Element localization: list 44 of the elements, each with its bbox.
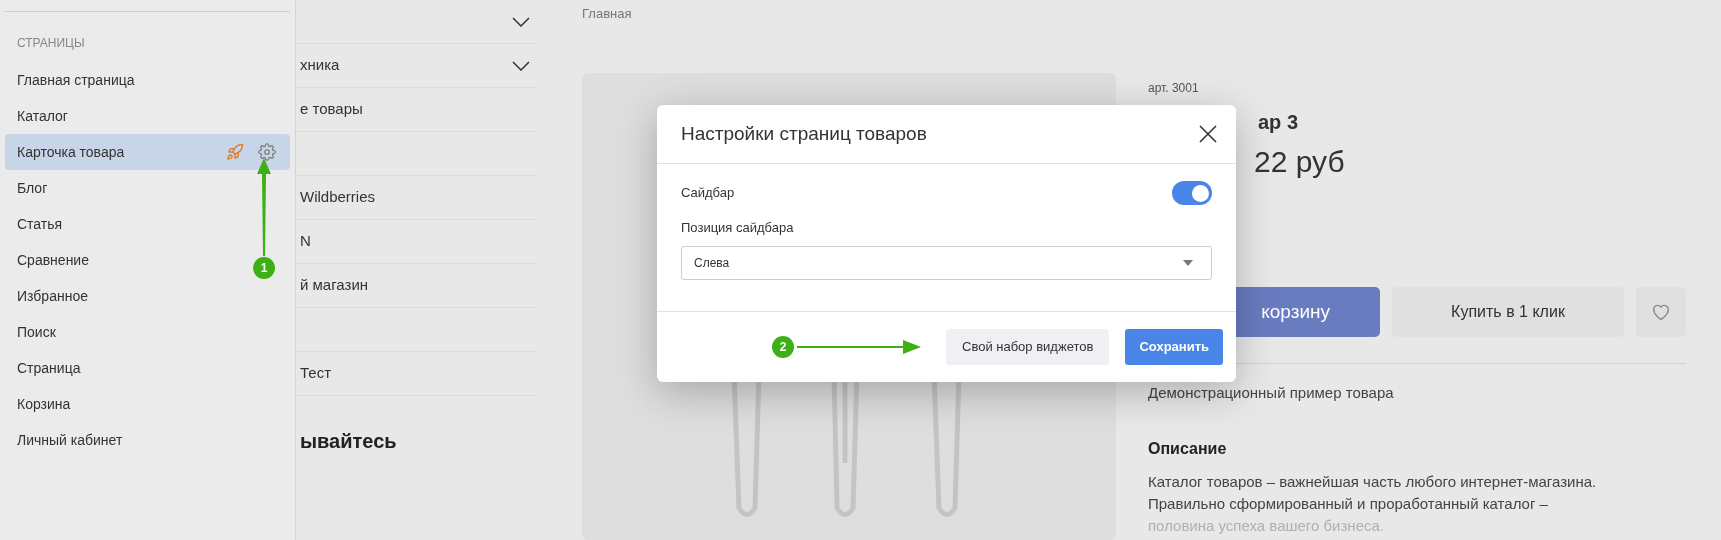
close-icon <box>1199 125 1217 143</box>
price-text: 22 руб <box>1254 144 1345 180</box>
section-heading: ывайтесь <box>299 429 398 454</box>
menu-item[interactable]: хника <box>300 54 340 77</box>
sidebar-item[interactable]: Каталог <box>17 105 68 127</box>
sku-text: арт. 3001 <box>1148 80 1200 97</box>
description-text: Каталог товаров – важнейшая часть любого интернет-магазина. <box>1148 471 1598 492</box>
menu-item[interactable]: й магазин <box>300 274 369 297</box>
description-text: половина успеха вашего бизнеса. <box>1148 515 1385 536</box>
menu-item[interactable]: N <box>300 230 311 253</box>
buy-one-click-button[interactable]: Купить в 1 клик <box>1392 287 1624 337</box>
description-title: Описание <box>1148 438 1228 459</box>
sidebar-item[interactable]: Главная страница <box>17 69 135 91</box>
heart-icon <box>1651 303 1671 321</box>
dialog-title: Настройки страниц товаров <box>681 121 927 146</box>
product-title: ар 3 <box>1258 110 1299 135</box>
sidebar-item[interactable]: Корзина <box>17 393 71 415</box>
sidebar-item[interactable]: Сравнение <box>17 249 89 271</box>
menu-item[interactable]: Тест <box>300 362 332 385</box>
widget-set-button[interactable]: Свой набор виджетов <box>946 329 1110 365</box>
menu-item[interactable]: е товары <box>300 98 363 121</box>
menu-item[interactable]: Wildberries <box>300 186 375 209</box>
rocket-icon[interactable] <box>226 143 244 161</box>
sidebar-item[interactable]: Страница <box>17 357 81 379</box>
sidebar-item[interactable]: Поиск <box>17 321 56 343</box>
sidebar-item[interactable]: Избранное <box>17 285 88 307</box>
sidebar-toggle[interactable] <box>1172 181 1212 205</box>
favorite-button[interactable] <box>1636 287 1686 337</box>
toggle-label: Сайдбар <box>681 184 735 203</box>
product-summary: Демонстрационный пример товара <box>1148 383 1395 403</box>
sidebar-item[interactable]: Карточка товара <box>5 134 290 170</box>
select-label: Позиция сайдбара <box>681 219 795 237</box>
dropdown-caret-icon <box>1183 259 1193 266</box>
section-title: СТРАНИЦЫ <box>16 35 86 52</box>
breadcrumb-link[interactable]: Главная <box>582 4 1148 21</box>
sidebar-item[interactable]: Статья <box>17 213 63 235</box>
chevron-down-icon <box>512 60 530 71</box>
description-text: Правильно сформированный и проработанный каталог – <box>1148 493 1549 514</box>
chevron-down-icon <box>512 16 530 27</box>
sidebar-item[interactable]: Блог <box>17 177 48 199</box>
settings-icon[interactable] <box>258 143 276 161</box>
sidebar-item[interactable]: Личный кабинет <box>17 429 123 451</box>
save-button[interactable]: Сохранить <box>1125 329 1223 365</box>
position-select[interactable]: Слева <box>681 245 1212 280</box>
